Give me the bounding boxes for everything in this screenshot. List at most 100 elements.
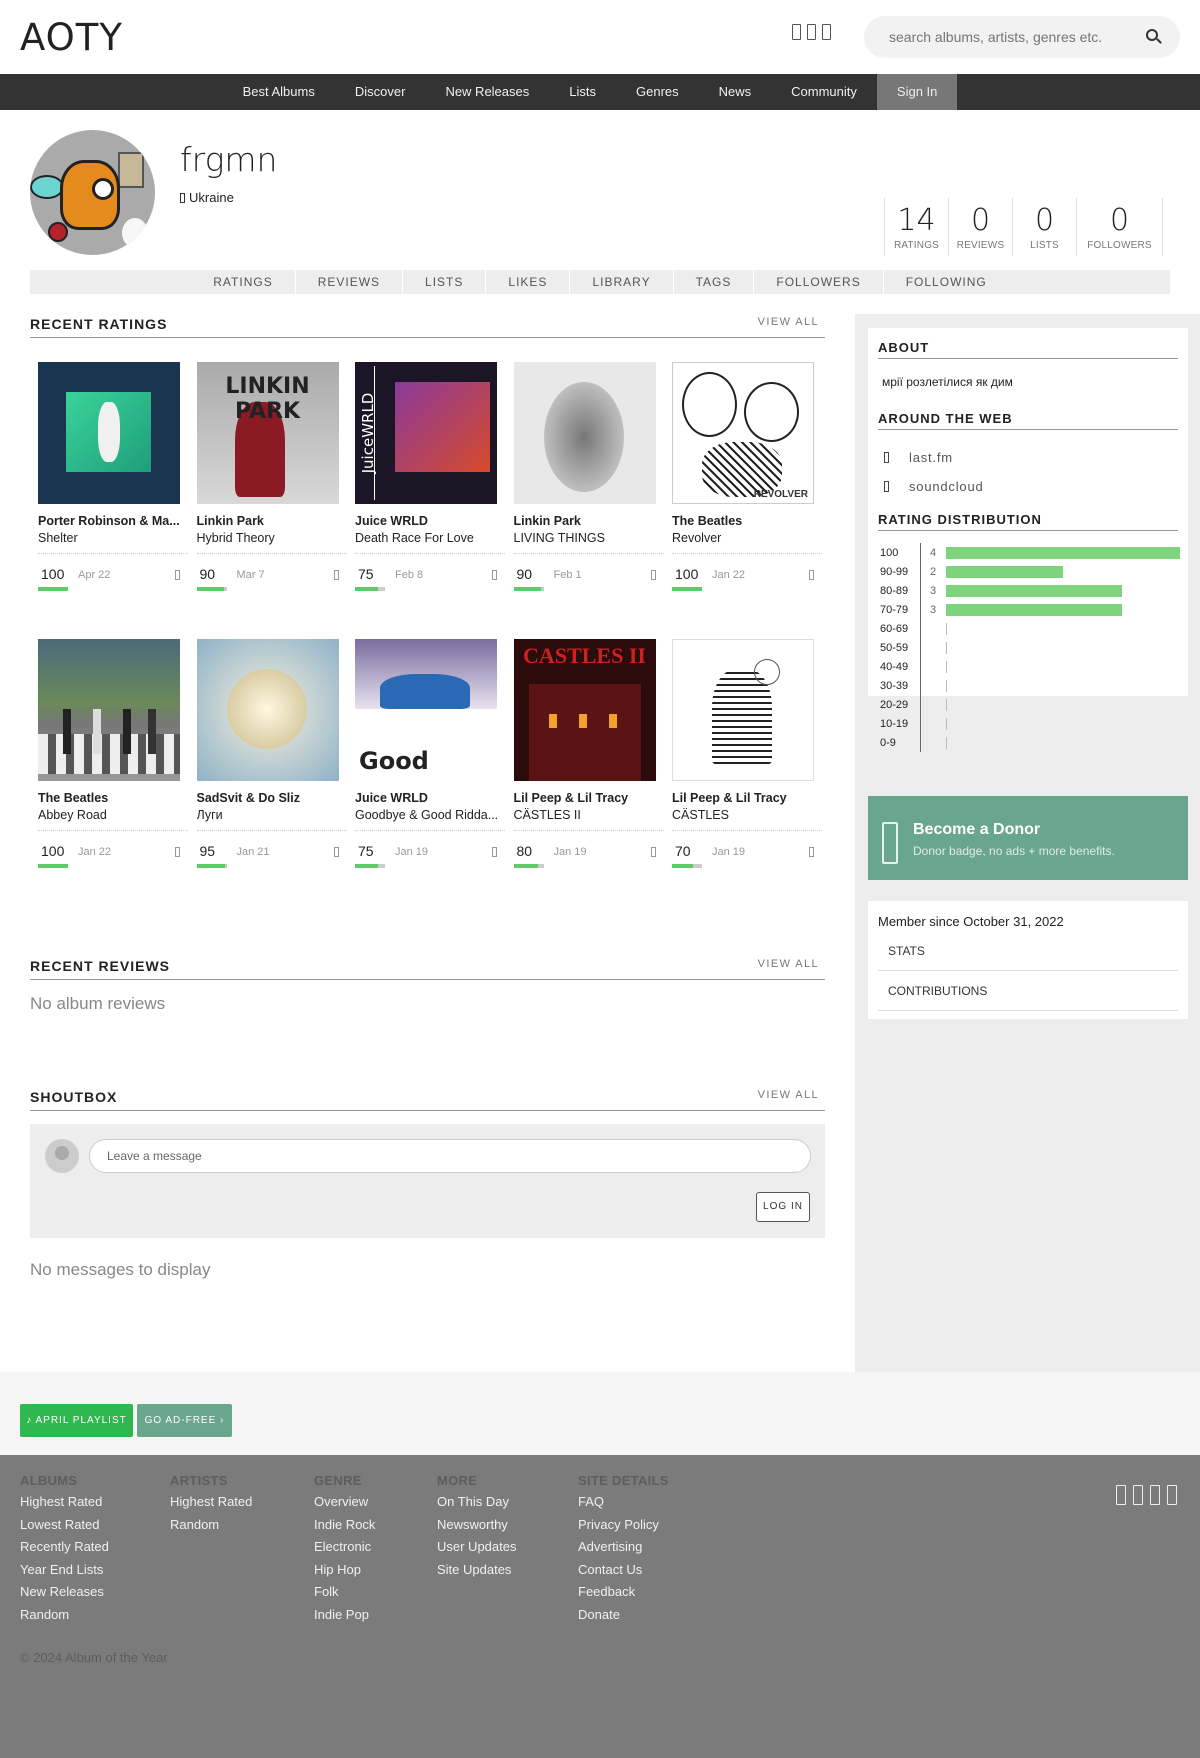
album-cover[interactable]	[672, 639, 814, 781]
instagram-icon[interactable]	[822, 24, 831, 40]
donor-banner[interactable]: Become a Donor Donor badge, no ads + mor…	[868, 796, 1188, 880]
shoutbox-input[interactable]: Leave a message	[89, 1139, 811, 1173]
tab-likes[interactable]: LIKES	[486, 270, 571, 294]
recent-reviews-view-all[interactable]: VIEW ALL	[758, 958, 819, 970]
go-ad-free-button[interactable]: GO AD-FREE ›	[137, 1404, 232, 1437]
album-card[interactable]: REVOLVER The Beatles Revolver 100 Jan 22	[664, 362, 823, 591]
footer-link[interactable]: Donate	[578, 1607, 669, 1630]
distribution-row[interactable]: 80-89 3	[868, 581, 1188, 600]
nav-discover[interactable]: Discover	[335, 74, 426, 110]
comment-icon[interactable]	[809, 570, 814, 580]
search-icon[interactable]	[1146, 29, 1158, 41]
footer-link[interactable]: Year End Lists	[20, 1562, 109, 1585]
footer-link[interactable]: Contact Us	[578, 1562, 669, 1585]
album-cover[interactable]	[513, 362, 656, 504]
comment-icon[interactable]	[809, 847, 814, 857]
nav-sign-in[interactable]: Sign In	[876, 74, 958, 110]
album-artist[interactable]: Lil Peep & Lil Tracy	[514, 791, 664, 805]
tab-followers[interactable]: FOLLOWERS	[754, 270, 884, 294]
footer-link[interactable]: Indie Rock	[314, 1517, 375, 1540]
twitter-icon[interactable]	[1133, 1485, 1143, 1505]
tab-ratings[interactable]: RATINGS	[191, 270, 296, 294]
nav-community[interactable]: Community	[771, 74, 877, 110]
tab-reviews[interactable]: REVIEWS	[296, 270, 404, 294]
footer-link[interactable]: Privacy Policy	[578, 1517, 669, 1540]
album-artist[interactable]: Juice WRLD	[355, 791, 505, 805]
nav-best-albums[interactable]: Best Albums	[223, 74, 335, 110]
april-playlist-button[interactable]: ♪ APRIL PLAYLIST	[20, 1404, 133, 1437]
footer-link[interactable]: Hip Hop	[314, 1562, 375, 1585]
footer-link[interactable]: Highest Rated	[20, 1494, 109, 1517]
footer-link[interactable]: Electronic	[314, 1539, 375, 1562]
stat-followers[interactable]: 0 FOLLOWERS	[1077, 198, 1163, 256]
nav-genres[interactable]: Genres	[616, 74, 699, 110]
comment-icon[interactable]	[175, 570, 180, 580]
distribution-row[interactable]: 30-39	[868, 676, 1188, 695]
facebook-icon[interactable]	[1116, 1485, 1126, 1505]
nav-new-releases[interactable]: New Releases	[425, 74, 549, 110]
discord-icon[interactable]	[1167, 1485, 1177, 1505]
album-title[interactable]: Луги	[197, 808, 347, 822]
album-card[interactable]: LINKIN PARK Linkin Park Hybrid Theory 90 Mar…	[189, 362, 348, 591]
distribution-row[interactable]: 0-9	[868, 733, 1188, 752]
footer-link[interactable]: Newsworthy	[437, 1517, 516, 1540]
footer-link[interactable]: Indie Pop	[314, 1607, 375, 1630]
album-artist[interactable]: Juice WRLD	[355, 514, 505, 528]
stat-reviews[interactable]: 0 REVIEWS	[949, 198, 1013, 256]
comment-icon[interactable]	[650, 847, 656, 857]
album-title[interactable]: Revolver	[672, 531, 822, 545]
twitter-icon[interactable]	[807, 24, 816, 40]
album-artist[interactable]: Porter Robinson & Ma...	[38, 514, 188, 528]
comment-icon[interactable]	[333, 570, 339, 580]
album-title[interactable]: Abbey Road	[38, 808, 188, 822]
footer-link[interactable]: User Updates	[437, 1539, 516, 1562]
recent-ratings-view-all[interactable]: VIEW ALL	[758, 316, 819, 328]
album-title[interactable]: CÄSTLES	[672, 808, 822, 822]
album-card[interactable]: Good Juice WRLD Goodbye & Good Ridda... 75 J…	[347, 639, 506, 868]
footer-link[interactable]: Site Updates	[437, 1562, 516, 1585]
album-card[interactable]: Lil Peep & Lil Tracy CÄSTLES 70 Jan 19	[664, 639, 823, 868]
album-title[interactable]: Goodbye & Good Ridda...	[355, 808, 505, 822]
album-cover[interactable]	[38, 362, 180, 504]
web-link-lastfm[interactable]: last.fm	[878, 443, 1188, 472]
distribution-row[interactable]: 10-19	[868, 714, 1188, 733]
instagram-icon[interactable]	[1150, 1485, 1160, 1505]
album-title[interactable]: LIVING THINGS	[514, 531, 664, 545]
footer-link[interactable]: FAQ	[578, 1494, 669, 1517]
album-cover[interactable]: JuiceWRLD	[355, 362, 497, 504]
footer-link[interactable]: New Releases	[20, 1584, 109, 1607]
album-card[interactable]: Porter Robinson & Ma... Shelter 100 Apr 22	[30, 362, 189, 591]
distribution-row[interactable]: 70-79 3	[868, 600, 1188, 619]
footer-link[interactable]: Highest Rated	[170, 1494, 252, 1517]
album-title[interactable]: Shelter	[38, 531, 188, 545]
comment-icon[interactable]	[650, 570, 656, 580]
comment-icon[interactable]	[492, 570, 497, 580]
album-cover[interactable]	[196, 639, 339, 781]
comment-icon[interactable]	[333, 847, 339, 857]
comment-icon[interactable]	[492, 847, 497, 857]
album-artist[interactable]: The Beatles	[672, 514, 822, 528]
album-card[interactable]: JuiceWRLD Juice WRLD Death Race For Love 75…	[347, 362, 506, 591]
tab-library[interactable]: LIBRARY	[570, 270, 674, 294]
album-artist[interactable]: Linkin Park	[514, 514, 664, 528]
album-card[interactable]: The Beatles Abbey Road 100 Jan 22	[30, 639, 189, 868]
album-artist[interactable]: Linkin Park	[197, 514, 347, 528]
distribution-row[interactable]: 60-69	[868, 619, 1188, 638]
tab-lists[interactable]: LISTS	[403, 270, 487, 294]
distribution-row[interactable]: 50-59	[868, 638, 1188, 657]
album-artist[interactable]: Lil Peep & Lil Tracy	[672, 791, 822, 805]
web-link-soundcloud[interactable]: soundcloud	[878, 472, 1188, 501]
footer-link[interactable]: Overview	[314, 1494, 375, 1517]
stat-ratings[interactable]: 14 RATINGS	[885, 198, 949, 256]
tab-following[interactable]: FOLLOWING	[884, 270, 1009, 294]
album-title[interactable]: CÄSTLES II	[514, 808, 664, 822]
album-cover[interactable]: REVOLVER	[672, 362, 814, 504]
album-title[interactable]: Hybrid Theory	[197, 531, 347, 545]
site-logo[interactable]: AOTY	[20, 16, 123, 59]
album-card[interactable]: Linkin Park LIVING THINGS 90 Feb 1	[506, 362, 665, 591]
comment-icon[interactable]	[175, 847, 180, 857]
member-link-contributions[interactable]: CONTRIBUTIONS	[878, 971, 1178, 1011]
footer-link[interactable]: Folk	[314, 1584, 375, 1607]
album-cover[interactable]	[38, 639, 180, 781]
footer-link[interactable]: Lowest Rated	[20, 1517, 109, 1540]
